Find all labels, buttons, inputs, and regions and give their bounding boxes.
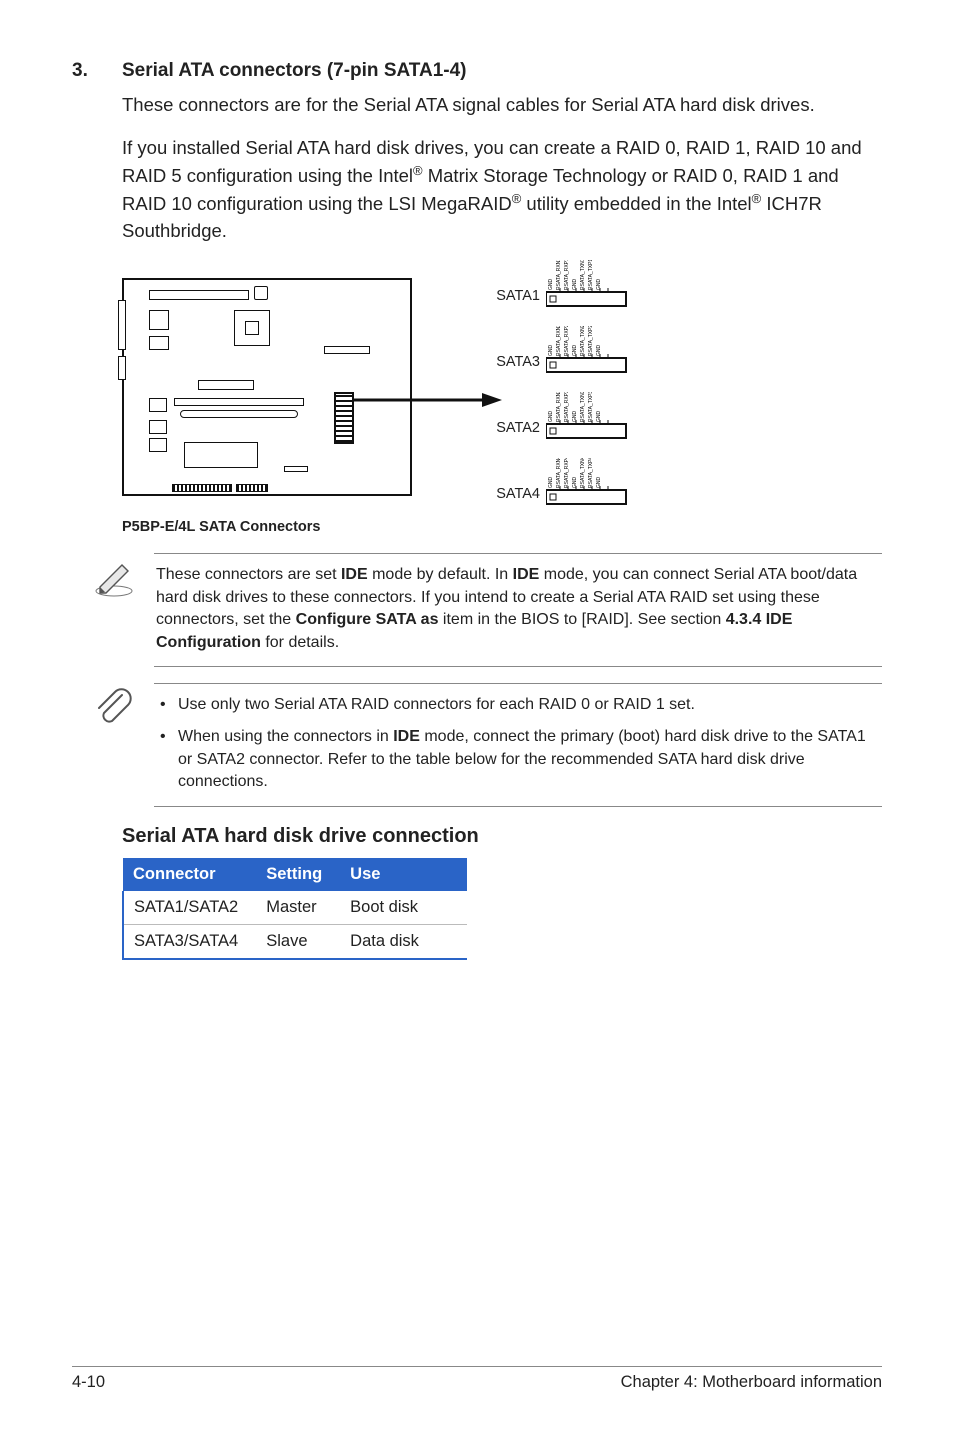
section-title: Serial ATA connectors (7-pin SATA1-4): [122, 60, 467, 82]
motherboard-outline: [122, 278, 412, 496]
note-pencil-text: These connectors are set IDE mode by def…: [154, 553, 882, 667]
sata4-label: SATA4: [492, 486, 540, 502]
t: mode by default. In: [368, 566, 513, 583]
svg-text:RSATA_TXN2: RSATA_TXN2: [580, 326, 586, 356]
th-use: Use: [340, 858, 467, 891]
svg-text:RSATA_RXN1: RSATA_RXN1: [556, 260, 562, 290]
th-setting: Setting: [256, 858, 340, 891]
svg-text:RSATA_TXP3: RSATA_TXP3: [588, 392, 594, 422]
reg-mark: ®: [752, 191, 762, 206]
note-clip: Use only two Serial ATA RAID connectors …: [92, 683, 882, 807]
svg-text:GND: GND: [548, 411, 554, 423]
page-number: 4-10: [72, 1373, 105, 1392]
svg-text:RSATA_RXP4: RSATA_RXP4: [564, 458, 570, 488]
svg-text:RSATA_TXP2: RSATA_TXP2: [588, 326, 594, 356]
p2-part-c: utility embedded in the Intel: [521, 193, 751, 214]
svg-text:GND: GND: [596, 477, 602, 489]
svg-text:RSATA_RXN2: RSATA_RXN2: [556, 326, 562, 356]
note-clip-text: Use only two Serial ATA RAID connectors …: [154, 683, 882, 807]
reg-mark: ®: [413, 163, 423, 178]
cell: Slave: [256, 924, 340, 959]
svg-text:RSATA_RXN4: RSATA_RXN4: [556, 458, 562, 488]
t: IDE: [341, 566, 368, 583]
sata-connector-icon: GND RSATA_RXN2 RSATA_RXP2 GND RSATA_TXN2…: [546, 326, 662, 374]
cell: SATA3/SATA4: [123, 924, 256, 959]
motherboard-diagram: SATA1 GND RSATA_RXN1 RSATA_RXP1 GND RSAT…: [122, 260, 672, 535]
svg-text:GND: GND: [596, 411, 602, 423]
svg-text:RSATA_RXN3: RSATA_RXN3: [556, 392, 562, 422]
sata-connector-stack: SATA1 GND RSATA_RXN1 RSATA_RXP1 GND RSAT…: [492, 260, 662, 524]
t: These connectors are set: [156, 566, 341, 583]
sata1-label: SATA1: [492, 288, 540, 304]
svg-text:RSATA_RXP1: RSATA_RXP1: [564, 260, 570, 290]
table-title: Serial ATA hard disk drive connection: [122, 825, 882, 848]
svg-text:GND: GND: [548, 279, 554, 291]
t: for details.: [261, 634, 339, 651]
sata3-label: SATA3: [492, 354, 540, 370]
page-footer: 4-10 Chapter 4: Motherboard information: [72, 1366, 882, 1392]
cell: SATA1/SATA2: [123, 891, 256, 925]
t: item in the BIOS to [RAID]. See section: [438, 611, 725, 628]
t: When using the connectors in: [178, 728, 393, 745]
paragraph-1: These connectors are for the Serial ATA …: [122, 92, 882, 119]
t: Configure SATA as: [296, 611, 439, 628]
t: IDE: [513, 566, 540, 583]
svg-text:GND: GND: [596, 279, 602, 291]
section-number: 3.: [72, 60, 94, 82]
reg-mark: ®: [512, 191, 522, 206]
diagram-caption: P5BP-E/4L SATA Connectors: [122, 519, 320, 535]
table-row: SATA1/SATA2 Master Boot disk: [123, 891, 467, 925]
table-row: SATA3/SATA4 Slave Data disk: [123, 924, 467, 959]
chapter-label: Chapter 4: Motherboard information: [621, 1373, 882, 1392]
sata-connector-icon: GND RSATA_RXN1 RSATA_RXP1 GND RSATA_TXN1…: [546, 260, 662, 308]
svg-text:GND: GND: [572, 411, 578, 423]
sata-connector-icon: GND RSATA_RXN3 RSATA_RXP3 GND RSATA_TXN3…: [546, 392, 662, 440]
cell: Boot disk: [340, 891, 467, 925]
svg-text:RSATA_TXN3: RSATA_TXN3: [580, 392, 586, 422]
svg-text:RSATA_TXN4: RSATA_TXN4: [580, 458, 586, 488]
svg-text:GND: GND: [572, 477, 578, 489]
paperclip-icon: [92, 685, 136, 729]
sata-connector-icon: GND RSATA_RXN4 RSATA_RXP4 GND RSATA_TXN4…: [546, 458, 662, 506]
sata2-label: SATA2: [492, 420, 540, 436]
svg-text:GND: GND: [572, 345, 578, 357]
svg-text:GND: GND: [596, 345, 602, 357]
svg-text:RSATA_RXP2: RSATA_RXP2: [564, 326, 570, 356]
t: IDE: [393, 728, 420, 745]
pencil-icon: [92, 555, 136, 599]
svg-text:RSATA_RXP3: RSATA_RXP3: [564, 392, 570, 422]
clip-bullet-2: When using the connectors in IDE mode, c…: [156, 726, 880, 793]
svg-text:RSATA_TXP4: RSATA_TXP4: [588, 458, 594, 488]
th-connector: Connector: [123, 858, 256, 891]
sata-connection-table: Connector Setting Use SATA1/SATA2 Master…: [122, 858, 467, 960]
cell: Data disk: [340, 924, 467, 959]
note-pencil: These connectors are set IDE mode by def…: [92, 553, 882, 667]
svg-text:RSATA_TXN1: RSATA_TXN1: [580, 260, 586, 290]
svg-text:GND: GND: [548, 345, 554, 357]
arrow-icon: [354, 390, 504, 430]
cell: Master: [256, 891, 340, 925]
svg-text:RSATA_TXP1: RSATA_TXP1: [588, 260, 594, 290]
svg-text:GND: GND: [548, 477, 554, 489]
paragraph-2: If you installed Serial ATA hard disk dr…: [122, 135, 882, 245]
clip-bullet-1: Use only two Serial ATA RAID connectors …: [156, 694, 880, 716]
svg-text:GND: GND: [572, 279, 578, 291]
